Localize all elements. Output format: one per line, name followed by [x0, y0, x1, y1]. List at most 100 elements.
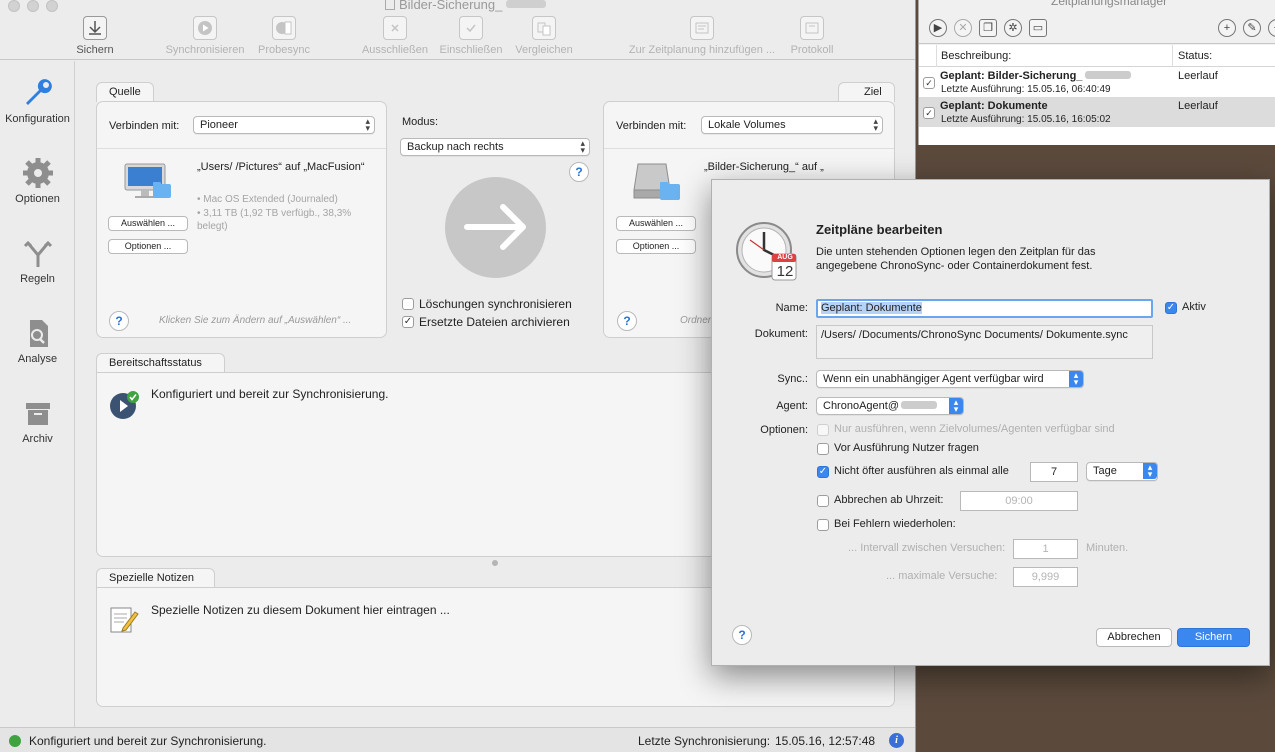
toolbar-ausschliessen-button[interactable]: Ausschließen	[359, 16, 431, 56]
minimize-window-button[interactable]	[27, 0, 39, 12]
split-view-handle[interactable]	[492, 560, 498, 566]
sidebar-item-regeln[interactable]: Regeln	[0, 235, 75, 285]
interval-unit-select[interactable]: Tage ▴ ▾	[1086, 462, 1158, 481]
abort-time-input[interactable]: 09:00	[960, 491, 1078, 511]
source-connect-select[interactable]: Pioneer ▴ ▾	[193, 116, 375, 134]
save-button[interactable]: Sichern	[1177, 628, 1250, 647]
sync-direction-arrow-icon	[445, 177, 546, 278]
agent-value: ChronoAgent@	[823, 400, 899, 412]
mode-value: Backup nach rechts	[407, 141, 504, 153]
sync-trigger-select[interactable]: Wenn ein unabhängiger Agent verfügbar wi…	[816, 370, 1084, 388]
mode-select[interactable]: Backup nach rechts ▴ ▾	[400, 138, 590, 156]
readiness-text: Konfiguriert und bereit zur Synchronisie…	[151, 387, 389, 401]
divider	[97, 148, 386, 149]
window-title-text: Bilder-Sicherung_	[399, 0, 503, 12]
sidebar-item-optionen[interactable]: Optionen	[0, 155, 75, 205]
divider	[604, 148, 894, 149]
column-header-description[interactable]: Beschreibung:	[941, 50, 1011, 62]
target-hint: Ordner	[680, 315, 712, 326]
document-path-field: /Users/ /Documents/ChronoSync Documents/…	[816, 325, 1153, 359]
archive-replaced-label: Ersetzte Dateien archivieren	[419, 315, 570, 329]
scheduler-play-button[interactable]: ▶	[929, 19, 947, 37]
retry-max-label: ... maximale Versuche:	[886, 570, 998, 582]
play-icon	[193, 16, 217, 40]
scheduler-duplicate-button[interactable]: ❐	[979, 19, 997, 37]
scheduler-add-button[interactable]: +	[1218, 19, 1236, 37]
ready-status-icon	[109, 390, 139, 420]
retry-interval-input[interactable]: 1	[1013, 539, 1078, 559]
not-more-often-checkbox[interactable]: ✓	[817, 466, 829, 478]
scheduler-table-header: Beschreibung: Status:	[919, 45, 1275, 67]
toolbar-probesync-button[interactable]: Probesync	[255, 16, 313, 56]
scheduler-delete-button[interactable]: −	[1268, 19, 1275, 37]
close-window-button[interactable]	[8, 0, 20, 12]
toolbar-sichern-button[interactable]: Sichern	[74, 16, 116, 56]
dialog-help-button[interactable]: ?	[732, 625, 752, 645]
toolbar-einschliessen-button[interactable]: Einschließen	[437, 16, 505, 56]
exclude-icon	[383, 16, 407, 40]
retry-max-input[interactable]: 9,999	[1013, 567, 1078, 587]
table-row[interactable]: ✓ Geplant: Dokumente Letzte Ausführung: …	[919, 97, 1275, 127]
toolbar-add-to-schedule-button[interactable]: Zur Zeitplanung hinzufügen ...	[621, 16, 783, 56]
include-icon	[459, 16, 483, 40]
only-when-available-checkbox[interactable]	[817, 424, 829, 436]
active-checkbox[interactable]: ✓	[1165, 302, 1177, 314]
cancel-button[interactable]: Abbrechen	[1096, 628, 1172, 647]
retry-on-error-checkbox[interactable]	[817, 519, 829, 531]
target-select-button[interactable]: Auswählen ...	[616, 216, 696, 231]
sync-deletions-checkbox[interactable]	[402, 298, 414, 310]
sidebar-item-analyse[interactable]: Analyse	[0, 315, 75, 365]
toolbar-synchronisieren-button[interactable]: Synchronisieren	[162, 16, 248, 56]
sidebar-item-label: Archiv	[22, 433, 53, 445]
title-bar: Bilder-Sicherung_	[0, 0, 915, 14]
scheduler-settings-button[interactable]: ✲	[1004, 19, 1022, 37]
status-bar: Konfiguriert und bereit zur Synchronisie…	[0, 727, 915, 752]
calendar-month: AUG	[777, 254, 793, 261]
mode-help-button[interactable]: ?	[569, 162, 589, 182]
only-when-available-label: Nur ausführen, wenn Zielvolumes/Agenten …	[834, 423, 1115, 435]
name-input[interactable]: Geplant: Dokumente	[816, 299, 1153, 318]
target-help-button[interactable]: ?	[617, 311, 637, 331]
scheduler-title: Zeitplanungsmanager	[1051, 0, 1168, 8]
analyze-icon	[20, 315, 56, 351]
agent-select[interactable]: ChronoAgent@ ▴ ▾	[816, 397, 964, 415]
toolbar-vergleichen-button[interactable]: Vergleichen	[512, 16, 576, 56]
sync-trigger-value: Wenn ein unabhängiger Agent verfügbar wi…	[823, 373, 1044, 385]
column-header-status[interactable]: Status:	[1178, 50, 1212, 62]
target-options-button[interactable]: Optionen ...	[616, 239, 696, 254]
fork-icon	[20, 235, 56, 271]
sidebar-item-konfiguration[interactable]: Konfiguration	[0, 75, 75, 125]
scheduler-edit-button[interactable]: ✎	[1243, 19, 1261, 37]
tab-bereitschaftsstatus: Bereitschaftsstatus	[96, 353, 225, 373]
target-connect-select[interactable]: Lokale Volumes ▴ ▾	[701, 116, 883, 134]
info-icon[interactable]: i	[889, 733, 904, 748]
row-enabled-checkbox[interactable]: ✓	[923, 77, 935, 89]
source-detail-format: • Mac OS Extended (Journaled)	[197, 194, 338, 205]
archive-box-icon	[20, 395, 56, 431]
interval-days-input[interactable]: 7	[1030, 462, 1078, 482]
hard-disk-icon	[632, 160, 682, 206]
target-connect-label: Verbinden mit:	[616, 120, 687, 132]
archive-replaced-checkbox[interactable]: ✓	[402, 316, 414, 328]
source-help-button[interactable]: ?	[109, 311, 129, 331]
document-icon	[385, 0, 395, 10]
scheduler-stop-button[interactable]: ✕	[954, 19, 972, 37]
schedule-icon	[690, 16, 714, 40]
table-row[interactable]: ✓ Geplant: Bilder-Sicherung_ Letzte Ausf…	[919, 67, 1275, 97]
stepper-arrows-icon: ▴ ▾	[1069, 371, 1083, 387]
ask-user-checkbox[interactable]	[817, 443, 829, 455]
toolbar-protokoll-button[interactable]: Protokoll	[786, 16, 838, 56]
redacted-text	[506, 0, 547, 8]
zoom-window-button[interactable]	[46, 0, 58, 12]
options-label: Optionen:	[760, 424, 808, 436]
source-options-button[interactable]: Optionen ...	[108, 239, 188, 254]
toolbar-label: Synchronisieren	[165, 44, 245, 56]
row-status: Leerlauf	[1178, 70, 1218, 82]
source-connect-label: Verbinden mit:	[109, 120, 180, 132]
scheduler-window-button[interactable]: ▭	[1029, 19, 1047, 37]
sidebar-item-archiv[interactable]: Archiv	[0, 395, 75, 445]
row-enabled-checkbox[interactable]: ✓	[923, 107, 935, 119]
abort-at-time-checkbox[interactable]	[817, 495, 829, 507]
retry-interval-label: ... Intervall zwischen Versuchen:	[848, 542, 1006, 554]
source-select-button[interactable]: Auswählen ...	[108, 216, 188, 231]
